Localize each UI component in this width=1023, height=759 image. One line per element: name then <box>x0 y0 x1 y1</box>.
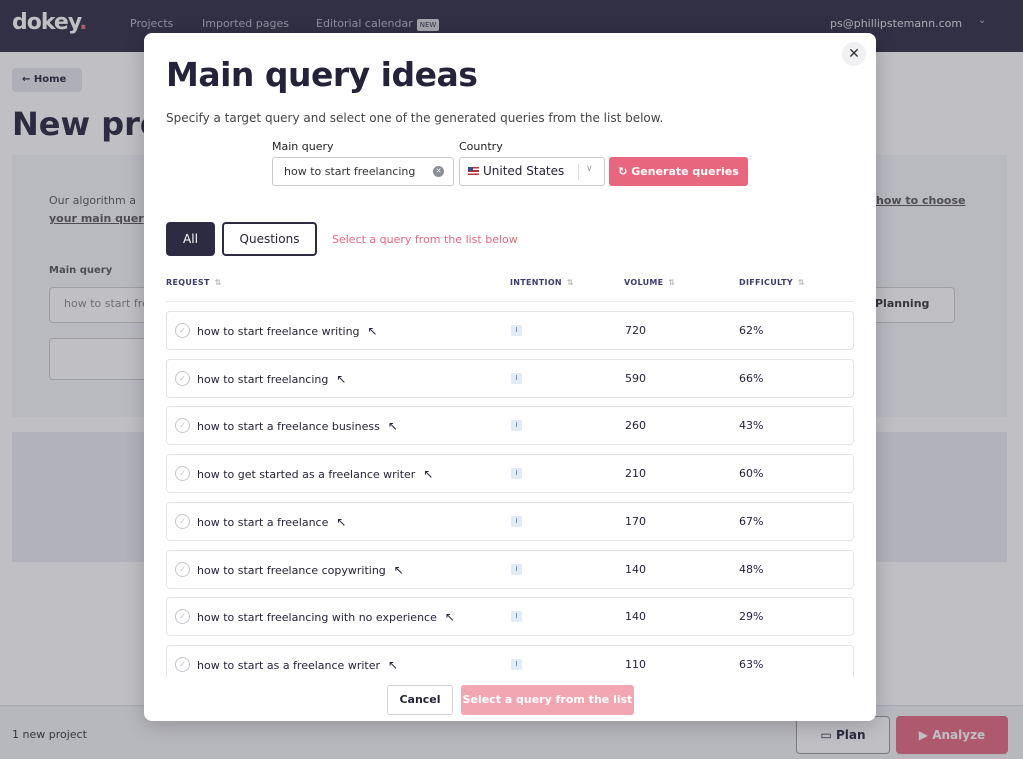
difficulty-value: 48% <box>739 562 764 576</box>
intention-badge: I <box>511 468 522 480</box>
table-row[interactable]: ✓ how to start freelancing ↖ I 590 66% <box>166 358 854 398</box>
difficulty-value: 67% <box>739 514 764 528</box>
difficulty-value: 66% <box>739 371 764 385</box>
tab-all[interactable]: All <box>166 222 215 256</box>
close-icon[interactable]: ✕ <box>842 42 866 66</box>
difficulty-value: 43% <box>739 419 764 433</box>
volume-value: 210 <box>625 467 646 481</box>
query-list[interactable]: ✓ how to start freelance writing ↖ I 720 … <box>166 311 856 677</box>
request-text: how to start a freelance business ↖ <box>197 419 398 434</box>
table-row[interactable]: ✓ how to start a freelance ↖ I 170 67% <box>166 501 854 541</box>
table-row[interactable]: ✓ how to start as a freelance writer ↖ I … <box>166 644 854 677</box>
check-circle-icon[interactable]: ✓ <box>175 561 190 577</box>
table-row[interactable]: ✓ how to start freelancing with no exper… <box>166 597 854 637</box>
arrow-up-left-icon[interactable]: ↖ <box>336 515 346 529</box>
table-row[interactable]: ✓ how to start a freelance business ↖ I 2… <box>166 406 854 446</box>
volume-value: 140 <box>625 562 646 576</box>
us-flag-icon <box>468 167 479 175</box>
check-circle-icon[interactable]: ✓ <box>175 323 190 338</box>
country-select[interactable]: United States ∨ <box>459 157 605 186</box>
request-text: how to start as a freelance writer ↖ <box>197 657 399 672</box>
intention-badge: I <box>511 372 522 384</box>
main-query-input[interactable] <box>272 157 454 186</box>
check-circle-icon[interactable]: ✓ <box>175 466 190 482</box>
tab-questions[interactable]: Questions <box>222 222 317 256</box>
column-intention[interactable]: INTENTION ⇅ <box>510 278 574 287</box>
volume-value: 140 <box>625 610 646 624</box>
refresh-icon: ↻ <box>618 165 628 178</box>
arrow-up-left-icon[interactable]: ↖ <box>388 658 398 672</box>
sort-icon: ⇅ <box>566 278 574 287</box>
difficulty-value: 62% <box>739 324 764 337</box>
request-text: how to start freelance copywriting ↖ <box>197 562 404 577</box>
request-text: how to start freelance writing ↖ <box>197 324 378 338</box>
request-text: how to get started as a freelance writer… <box>197 467 434 482</box>
intention-badge: I <box>511 325 522 336</box>
difficulty-value: 60% <box>739 467 764 481</box>
intention-badge: I <box>511 420 522 432</box>
arrow-up-left-icon[interactable]: ↖ <box>445 610 455 624</box>
table-row[interactable]: ✓ how to start freelance writing ↖ I 720 … <box>166 311 854 350</box>
select-query-button[interactable]: Select a query from the list <box>461 685 634 715</box>
arrow-up-left-icon[interactable]: ↖ <box>388 419 398 433</box>
check-circle-icon[interactable]: ✓ <box>175 513 190 529</box>
difficulty-value: 29% <box>739 610 764 624</box>
volume-value: 260 <box>625 419 646 433</box>
table-row[interactable]: ✓ how to get started as a freelance writ… <box>166 454 854 494</box>
column-difficulty[interactable]: DIFFICULTY ⇅ <box>739 278 805 287</box>
volume-value: 170 <box>625 514 646 528</box>
difficulty-value: 63% <box>739 657 764 671</box>
sort-icon: ⇅ <box>797 278 805 287</box>
intention-badge: I <box>511 658 522 670</box>
volume-value: 590 <box>625 371 646 385</box>
volume-value: 110 <box>625 657 646 671</box>
arrow-up-left-icon[interactable]: ↖ <box>368 324 378 338</box>
sort-icon: ⇅ <box>214 278 222 287</box>
main-query-ideas-modal: ✕ Main query ideas Specify a target quer… <box>144 33 876 721</box>
intention-badge: I <box>511 563 522 575</box>
modal-subtitle: Specify a target query and select one of… <box>166 111 664 125</box>
table-row[interactable]: ✓ how to start freelance copywriting ↖ I … <box>166 549 854 589</box>
request-text: how to start freelancing ↖ <box>197 371 347 386</box>
intention-badge: I <box>511 515 522 527</box>
check-circle-icon[interactable]: ✓ <box>175 656 190 672</box>
volume-value: 720 <box>625 324 646 337</box>
main-query-label: Main query <box>272 140 334 153</box>
sort-icon: ⇅ <box>668 278 676 287</box>
arrow-up-left-icon[interactable]: ↖ <box>336 372 346 386</box>
check-circle-icon[interactable]: ✓ <box>175 609 190 625</box>
selection-hint: Select a query from the list below <box>332 233 518 246</box>
header-divider <box>166 301 854 302</box>
country-label: Country <box>459 140 503 153</box>
check-circle-icon[interactable]: ✓ <box>175 418 190 434</box>
modal-title: Main query ideas <box>166 55 478 94</box>
request-text: how to start a freelance ↖ <box>197 514 347 529</box>
generate-queries-button[interactable]: ↻ Generate queries <box>609 157 748 186</box>
column-volume[interactable]: VOLUME ⇅ <box>624 278 675 287</box>
arrow-up-left-icon[interactable]: ↖ <box>423 467 433 481</box>
request-text: how to start freelancing with no experie… <box>197 610 455 625</box>
intention-badge: I <box>511 611 522 623</box>
chevron-down-icon: ∨ <box>586 164 593 174</box>
column-request[interactable]: REQUEST ⇅ <box>166 278 222 287</box>
arrow-up-left-icon[interactable]: ↖ <box>394 563 404 577</box>
clear-icon[interactable]: ✕ <box>433 166 444 177</box>
cancel-button[interactable]: Cancel <box>387 685 453 715</box>
check-circle-icon[interactable]: ✓ <box>175 370 190 386</box>
